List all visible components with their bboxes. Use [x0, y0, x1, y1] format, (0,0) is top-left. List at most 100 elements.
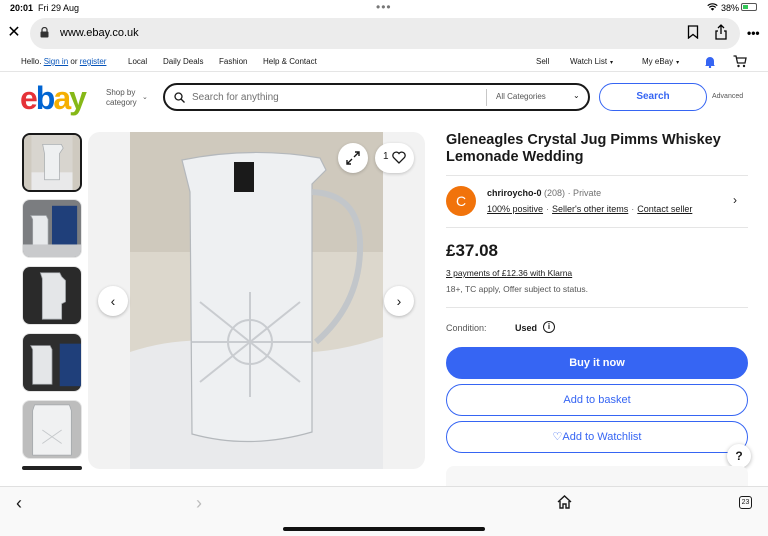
nav-help-contact[interactable]: Help & Contact — [263, 57, 317, 66]
register-link[interactable]: register — [80, 57, 107, 66]
nav-my-ebay[interactable]: My eBay ▾ — [642, 57, 679, 66]
seller-positive-link[interactable]: 100% positive — [487, 204, 543, 214]
multitask-dots-icon[interactable]: ••• — [376, 0, 392, 14]
chevron-down-icon: ▾ — [676, 60, 680, 66]
expand-icon — [346, 151, 360, 165]
battery-percent: 38% — [721, 3, 740, 13]
condition-label: Condition: — [446, 323, 487, 333]
status-date: Fri 29 Aug — [38, 3, 80, 13]
thumbnail-1[interactable] — [22, 133, 82, 192]
promo-panel-peek — [446, 466, 748, 486]
chevron-right-icon[interactable]: › — [384, 286, 414, 316]
thumbnail-image — [23, 334, 81, 391]
watch-count: 1 — [383, 151, 389, 162]
product-photo — [130, 132, 383, 469]
seller-links: 100% positive · Seller's other items · Conta… — [487, 204, 693, 214]
thumbnail-image — [23, 401, 81, 458]
chevron-right-icon[interactable]: › — [733, 193, 737, 207]
watch-list-label: Watch List — [570, 57, 608, 66]
main-image-viewer[interactable]: ‹ › — [88, 132, 425, 469]
thumbnail-image — [23, 200, 81, 257]
tabs-icon[interactable]: 23 — [739, 496, 752, 509]
chevron-down-icon[interactable]: ⌄ — [573, 91, 580, 100]
shop-by-category[interactable]: Shop by category ⌄ — [106, 88, 148, 108]
help-icon[interactable]: ? — [727, 444, 751, 468]
seller-type: · Private — [567, 188, 602, 198]
nav-divider — [0, 71, 768, 72]
heart-icon: ♡ — [552, 431, 563, 443]
buy-it-now-button[interactable]: Buy it now — [446, 347, 748, 379]
greeting-hello: Hello. — [21, 57, 42, 66]
nav-daily-deals[interactable]: Daily Deals — [163, 57, 203, 66]
greeting: Hello. Sign in or register — [21, 57, 106, 66]
avatar[interactable]: C — [446, 186, 476, 216]
address-bar[interactable]: www.ebay.co.uk — [30, 18, 740, 49]
logo-letter-a: a — [53, 80, 71, 116]
browser-toolbar: ✕ www.ebay.co.uk ••• — [0, 16, 768, 50]
my-ebay-label: My eBay — [642, 57, 674, 66]
nav-fashion[interactable]: Fashion — [219, 57, 247, 66]
shop-by-line2: category — [106, 98, 137, 107]
logo-letter-e: e — [20, 80, 38, 116]
seller-feedback-count: (208) — [544, 188, 566, 198]
cart-icon[interactable] — [733, 55, 747, 68]
search-input[interactable] — [192, 90, 472, 105]
bell-icon[interactable] — [704, 55, 716, 68]
battery-icon — [741, 3, 757, 11]
back-icon[interactable]: ‹ — [16, 493, 22, 514]
ebay-top-nav: Hello. Sign in or register Local Daily D… — [0, 54, 768, 70]
lock-icon — [40, 27, 49, 38]
thumbnail-3[interactable] — [22, 266, 82, 325]
share-icon[interactable] — [714, 24, 728, 40]
info-icon[interactable]: i — [543, 321, 555, 333]
search-button[interactable]: Search — [599, 83, 707, 111]
home-indicator — [283, 527, 485, 531]
thumbnail-2[interactable] — [22, 199, 82, 258]
search-bar: All Categories ⌄ — [163, 83, 590, 111]
nav-local[interactable]: Local — [128, 57, 147, 66]
more-icon[interactable]: ••• — [747, 26, 760, 40]
search-category-divider — [486, 89, 487, 106]
close-icon[interactable]: ✕ — [7, 25, 21, 41]
thumbnail-4[interactable] — [22, 333, 82, 392]
thumbnail-image — [23, 267, 81, 324]
seller-divider — [446, 227, 748, 228]
url-text: www.ebay.co.uk — [60, 27, 139, 39]
add-to-watchlist-button[interactable]: ♡Add to Watchlist — [446, 421, 748, 453]
home-icon[interactable] — [557, 495, 572, 509]
price: £37.08 — [446, 241, 498, 260]
bookmark-icon[interactable] — [687, 25, 699, 39]
category-select[interactable]: All Categories — [496, 92, 546, 101]
chevron-down-icon: ▾ — [610, 60, 614, 66]
thumbnail-6-peek[interactable] — [22, 466, 82, 470]
ebay-logo[interactable]: ebay — [20, 80, 87, 117]
chevron-left-icon[interactable]: ‹ — [98, 286, 128, 316]
seller-other-items-link[interactable]: Seller's other items — [552, 204, 628, 214]
status-time: 20:01 — [10, 3, 34, 13]
add-to-watchlist-label: Add to Watchlist — [562, 431, 642, 443]
sign-in-link[interactable]: Sign in — [44, 57, 68, 66]
chevron-down-icon: ⌄ — [142, 94, 148, 101]
advanced-search-link[interactable]: Advanced — [712, 93, 743, 100]
heart-icon — [392, 151, 406, 164]
listing-title: Gleneagles Crystal Jug Pimms Whiskey Lem… — [446, 132, 721, 165]
klarna-link[interactable]: 3 payments of £12.36 with Klarna — [446, 268, 572, 278]
contact-seller-link[interactable]: Contact seller — [637, 204, 692, 214]
klarna-terms: 18+, TC apply, Offer subject to status. — [446, 284, 588, 294]
logo-letter-y: y — [69, 80, 87, 116]
condition-value: Used — [515, 323, 538, 333]
nav-sell[interactable]: Sell — [536, 57, 549, 66]
add-to-basket-button[interactable]: Add to basket — [446, 384, 748, 416]
seller-info: chriroycho-0 (208) · Private — [487, 188, 601, 198]
search-icon — [174, 92, 185, 103]
nav-watch-list[interactable]: Watch List ▾ — [570, 57, 613, 66]
watch-count-button[interactable]: 1 — [375, 143, 414, 173]
expand-image-button[interactable] — [338, 143, 368, 173]
shop-by-line1: Shop by — [106, 88, 136, 97]
forward-icon[interactable]: › — [196, 493, 202, 514]
seller-name[interactable]: chriroycho-0 — [487, 188, 542, 198]
thumbnail-5[interactable] — [22, 400, 82, 459]
greeting-or: or — [70, 57, 78, 66]
price-divider — [446, 307, 748, 308]
logo-letter-b: b — [35, 80, 55, 116]
